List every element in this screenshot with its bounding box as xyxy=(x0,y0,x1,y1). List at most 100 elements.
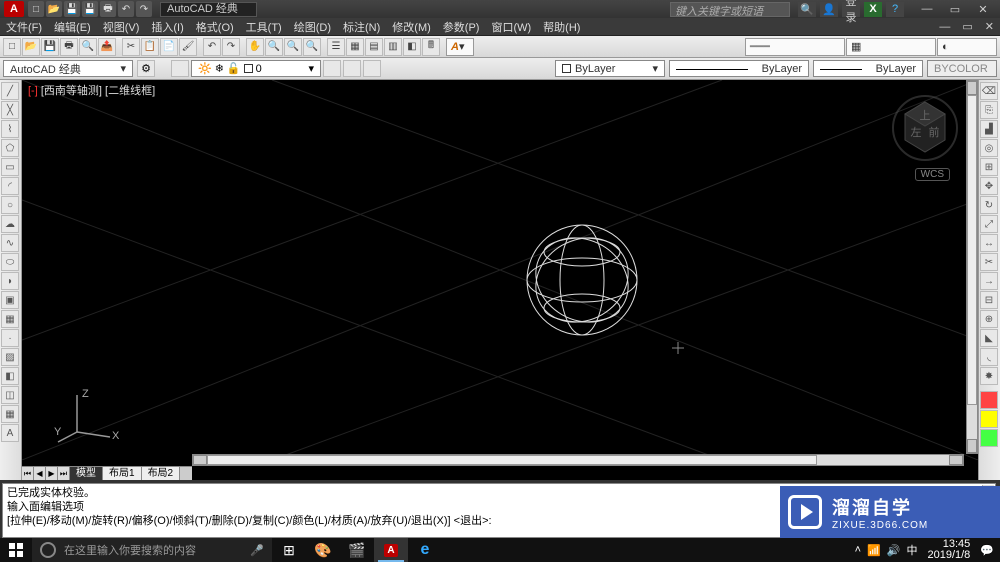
layer-states-button[interactable] xyxy=(323,60,341,77)
color-red-swatch[interactable] xyxy=(980,391,998,409)
viewport-scrollbar-v[interactable] xyxy=(966,80,978,454)
circle-tool[interactable]: ○ xyxy=(1,196,19,214)
tab-next-icon[interactable]: ▶ xyxy=(46,467,58,480)
markup-button[interactable]: ◧ xyxy=(403,38,421,56)
volume-icon[interactable]: 🔊 xyxy=(887,544,901,557)
scale-tool[interactable]: ⤢ xyxy=(980,215,998,233)
open-button[interactable]: 📂 xyxy=(22,38,40,56)
textstyle-panel[interactable]: A▾ xyxy=(446,38,474,56)
help-search-input[interactable]: 键入关键字或短语 xyxy=(670,2,790,17)
doc-close-button[interactable]: ✕ xyxy=(985,20,994,33)
zoom-prev-button[interactable]: 🔍 xyxy=(303,38,321,56)
ellipsearc-tool[interactable]: ◗ xyxy=(1,272,19,290)
zoom-rt-button[interactable]: 🔍 xyxy=(265,38,283,56)
stretch-tool[interactable]: ↔ xyxy=(980,234,998,252)
props-button[interactable]: ☰ xyxy=(327,38,345,56)
print-button[interactable]: 🖶 xyxy=(60,38,78,56)
saveas-icon[interactable]: 💾 xyxy=(82,1,98,17)
lineweight-combo[interactable]: ByLayer xyxy=(813,60,923,77)
taskview-icon[interactable]: ⊞ xyxy=(272,538,306,562)
close-button[interactable]: ✕ xyxy=(970,2,996,17)
insert-tool[interactable]: ▣ xyxy=(1,291,19,309)
doc-minimize-button[interactable]: — xyxy=(939,21,950,33)
color-yellow-swatch[interactable] xyxy=(980,410,998,428)
tray-chevron-icon[interactable]: ˄ xyxy=(855,544,861,556)
color-combo[interactable]: ByLayer▾ xyxy=(555,60,665,77)
tab-layout1[interactable]: 布局1 xyxy=(103,467,142,480)
account-icon[interactable]: 👤 xyxy=(820,2,838,17)
ime-icon[interactable]: 中 xyxy=(906,542,917,558)
copy-tool[interactable]: ⎘ xyxy=(980,101,998,119)
pline-tool[interactable]: ⌇ xyxy=(1,120,19,138)
block-tool[interactable]: ▦ xyxy=(1,310,19,328)
start-button[interactable] xyxy=(0,538,32,562)
viewport-scrollbar-h[interactable] xyxy=(192,454,964,466)
print-icon[interactable]: 🖶 xyxy=(100,1,116,17)
table-tool[interactable]: ▦ xyxy=(1,405,19,423)
clock[interactable]: 13:45 2019/1/8 xyxy=(923,539,974,561)
line-tool[interactable]: ╱ xyxy=(1,82,19,100)
explode-tool[interactable]: ✸ xyxy=(980,367,998,385)
polygon-tool[interactable]: ⬠ xyxy=(1,139,19,157)
open-icon[interactable]: 📂 xyxy=(46,1,62,17)
pan-button[interactable]: ✋ xyxy=(246,38,264,56)
search-go-icon[interactable]: 🔍 xyxy=(798,2,816,17)
layer-combo[interactable]: 🔆 ❄ 🔓 0 ▾ xyxy=(191,60,321,77)
mirror-tool[interactable]: ▟ xyxy=(980,120,998,138)
viewcube[interactable]: 上 左 前 xyxy=(890,90,960,165)
app-edge-icon[interactable]: e xyxy=(408,538,442,562)
maximize-button[interactable]: ▭ xyxy=(942,2,968,17)
designcenter-button[interactable]: ▦ xyxy=(346,38,364,56)
save-icon[interactable]: 💾 xyxy=(64,1,80,17)
paste-button[interactable]: 📄 xyxy=(160,38,178,56)
redo-icon[interactable]: ↷ xyxy=(136,1,152,17)
mlstyle-panel[interactable]: ◐ xyxy=(937,38,997,56)
sheetset-button[interactable]: ▥ xyxy=(384,38,402,56)
app-autocad-icon[interactable]: A xyxy=(374,538,408,562)
offset-tool[interactable]: ◎ xyxy=(980,139,998,157)
revcloud-tool[interactable]: ☁ xyxy=(1,215,19,233)
tab-first-icon[interactable]: ⏮ xyxy=(22,467,34,480)
gradient-tool[interactable]: ◧ xyxy=(1,367,19,385)
mtext-tool[interactable]: A xyxy=(1,424,19,442)
trim-tool[interactable]: ✂ xyxy=(980,253,998,271)
region-tool[interactable]: ◫ xyxy=(1,386,19,404)
color-green-swatch[interactable] xyxy=(980,429,998,447)
menu-modify[interactable]: 修改(M) xyxy=(392,19,431,35)
drawing-viewport[interactable]: [-] [西南等轴测] [二维线框] 上 左 前 WCS Z X Y ⏮ ◀ xyxy=(22,80,978,480)
tab-last-icon[interactable]: ⏭ xyxy=(58,467,70,480)
search-box[interactable]: 在这里输入你要搜索的内容 🎤 xyxy=(32,538,272,562)
network-icon[interactable]: 📶 xyxy=(867,544,881,557)
rect-tool[interactable]: ▭ xyxy=(1,158,19,176)
workspace-settings-icon[interactable]: ⚙ xyxy=(137,60,155,77)
dimstyle-panel[interactable]: ━━━ xyxy=(745,38,845,56)
cut-button[interactable]: ✂ xyxy=(122,38,140,56)
new-icon[interactable]: □ xyxy=(28,1,44,17)
menu-param[interactable]: 参数(P) xyxy=(443,19,480,35)
point-tool[interactable]: · xyxy=(1,329,19,347)
toolpalette-button[interactable]: ▤ xyxy=(365,38,383,56)
undo-button[interactable]: ↶ xyxy=(203,38,221,56)
undo-icon[interactable]: ↶ xyxy=(118,1,134,17)
plotstyle-combo[interactable]: BYCOLOR xyxy=(927,60,997,77)
tab-prev-icon[interactable]: ◀ xyxy=(34,467,46,480)
arc-tool[interactable]: ◜ xyxy=(1,177,19,195)
join-tool[interactable]: ⊕ xyxy=(980,310,998,328)
exchange-icon[interactable]: X xyxy=(864,2,882,17)
linetype-combo[interactable]: ByLayer xyxy=(669,60,809,77)
app-paint-icon[interactable]: 🎨 xyxy=(306,538,340,562)
autocad-logo-icon[interactable]: A xyxy=(4,1,24,17)
save-button[interactable]: 💾 xyxy=(41,38,59,56)
copy-button[interactable]: 📋 xyxy=(141,38,159,56)
chamfer-tool[interactable]: ◣ xyxy=(980,329,998,347)
workspace-combo[interactable]: AutoCAD 经典▾ xyxy=(3,60,133,77)
mic-icon[interactable]: 🎤 xyxy=(250,544,264,557)
doc-restore-button[interactable]: ▭ xyxy=(962,20,972,33)
ellipse-tool[interactable]: ⬭ xyxy=(1,253,19,271)
spline-tool[interactable]: ∿ xyxy=(1,234,19,252)
minimize-button[interactable]: — xyxy=(914,2,940,17)
layer-prev-button[interactable] xyxy=(363,60,381,77)
menu-help[interactable]: 帮助(H) xyxy=(543,19,580,35)
publish-button[interactable]: 📤 xyxy=(98,38,116,56)
menu-view[interactable]: 视图(V) xyxy=(103,19,140,35)
